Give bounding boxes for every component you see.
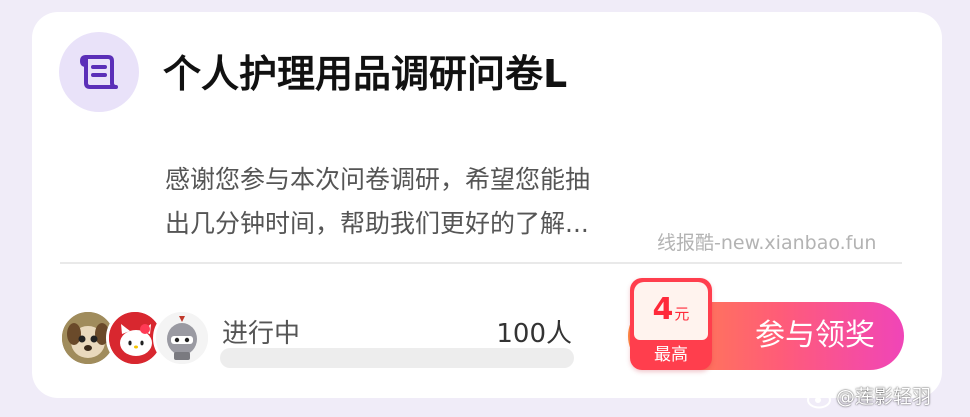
divider — [60, 262, 902, 264]
weibo-logo-icon — [807, 387, 834, 409]
reward-caption: 最高 — [654, 345, 688, 365]
survey-icon-badge — [59, 32, 139, 112]
watermark-text: 线报酷-new.xianbao.fun — [657, 232, 877, 254]
reward-amount: 4 — [652, 292, 674, 327]
weibo-handle: @莲影轻羽 — [836, 386, 932, 408]
scroll-icon — [79, 55, 118, 89]
survey-description: 感谢您参与本次问卷调研，希望您能抽 出几分钟时间，帮助我们更好的了解... — [165, 158, 655, 246]
status-label: 进行中 — [222, 319, 301, 349]
join-reward-button-label: 参与领奖 — [755, 318, 875, 353]
knight-avatar — [153, 309, 211, 367]
reward-unit: 元 — [674, 305, 690, 323]
survey-title: 个人护理用品调研问卷L — [163, 52, 568, 96]
description-line-2: 出几分钟时间，帮助我们更好的了解... — [165, 209, 589, 238]
progress-bar — [220, 348, 574, 368]
reward-amount-box: 4 元 — [634, 282, 708, 340]
participant-count: 100人 — [496, 319, 572, 349]
description-line-1: 感谢您参与本次问卷调研，希望您能抽 — [165, 165, 591, 194]
reward-badge: 4 元 最高 — [630, 278, 712, 370]
